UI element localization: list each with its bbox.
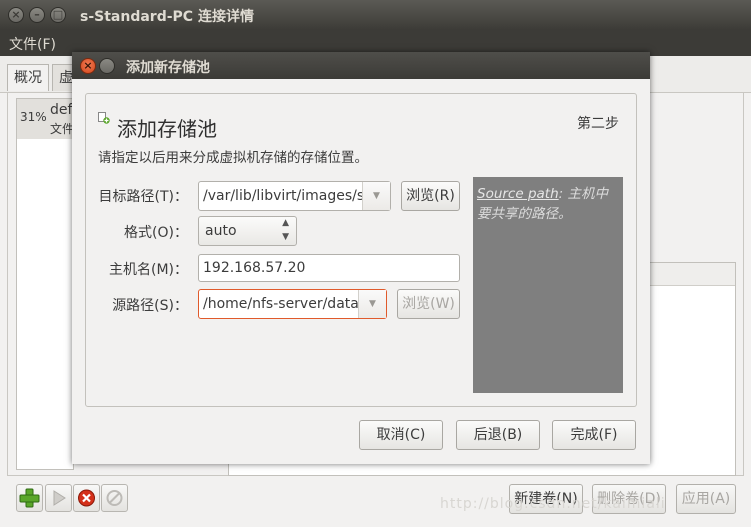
help-term: Source path	[477, 186, 559, 202]
step-indicator: 第二步	[577, 116, 619, 132]
spin-arrows-icon: ▲ ▼	[282, 218, 289, 242]
format-label: 格式(O)：	[124, 225, 188, 241]
cancel-button[interactable]: 取消(C)	[359, 420, 443, 450]
chevron-down-icon[interactable]: ▼	[358, 290, 386, 318]
tab-overview[interactable]: 概况	[7, 64, 49, 91]
window-title: s-Standard-PC 连接详情	[80, 9, 254, 25]
finish-button[interactable]: 完成(F)	[552, 420, 636, 450]
window-minimize-button[interactable]: –	[29, 7, 45, 23]
format-select[interactable]: auto ▲ ▼	[198, 216, 297, 246]
source-browse-button[interactable]: 浏览(W)	[397, 289, 460, 319]
stop-icon	[78, 489, 95, 507]
target-path-value[interactable]: /var/lib/libvirt/images/s	[203, 182, 363, 210]
window-close-button[interactable]: ×	[8, 7, 24, 23]
watermark: http://blog.csdn.net/kaimiali	[440, 496, 666, 512]
source-path-value[interactable]: /home/nfs-server/data	[203, 290, 359, 318]
apply-button[interactable]: 应用(A)	[676, 484, 736, 514]
dialog-close-button[interactable]: ×	[80, 58, 96, 74]
dialog-description: 请指定以后用来分成虚拟机存储的存储位置。	[98, 150, 368, 166]
dialog-title: 添加新存储池	[126, 60, 210, 76]
target-path-label: 目标路径(T)：	[98, 189, 188, 205]
add-storage-icon	[98, 112, 110, 124]
dialog-heading: 添加存储池	[117, 117, 217, 141]
delete-icon	[106, 490, 123, 506]
pool-usage-percent: 31%	[20, 110, 47, 124]
plus-icon	[19, 488, 40, 508]
add-pool-button[interactable]	[16, 484, 43, 512]
menu-file[interactable]: 文件(F)	[9, 34, 56, 54]
help-panel: Source path: 主机中要共享的路径。	[473, 177, 623, 393]
source-path-label: 源路径(S)：	[112, 298, 188, 314]
back-button[interactable]: 后退(B)	[456, 420, 540, 450]
pool-type: 文件	[50, 122, 75, 136]
dialog-minimize-button[interactable]	[99, 58, 115, 74]
play-icon	[53, 490, 66, 506]
tab-virtual[interactable]: 虚	[52, 64, 74, 91]
delete-pool-button[interactable]	[101, 484, 128, 512]
window-maximize-button[interactable]: □	[50, 7, 66, 23]
stop-pool-button[interactable]	[73, 484, 100, 512]
host-label: 主机名(M)：	[108, 262, 188, 278]
start-pool-button[interactable]	[45, 484, 72, 512]
host-input[interactable]: 192.168.57.20	[198, 254, 460, 282]
format-value: auto	[205, 223, 237, 239]
pool-name: def	[50, 102, 73, 118]
pool-list[interactable]	[16, 98, 74, 470]
chevron-down-icon[interactable]: ▼	[362, 182, 390, 210]
target-browse-button[interactable]: 浏览(R)	[401, 181, 460, 211]
